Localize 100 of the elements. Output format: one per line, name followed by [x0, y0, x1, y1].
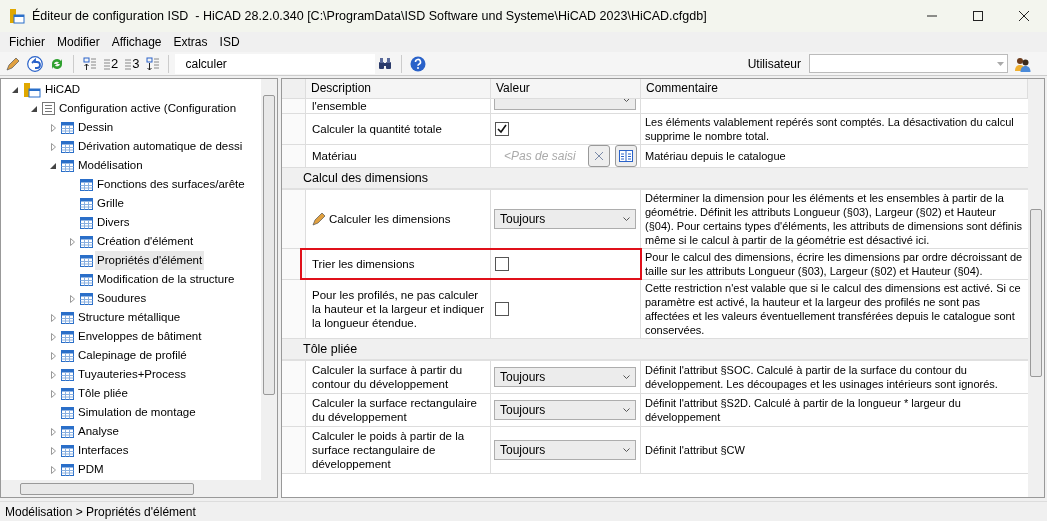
menu-item[interactable]: ISD [213, 33, 246, 51]
setting-comment: Les éléments valablement repérés sont comptés. La désactivation du calcul supprime le nombre total. [645, 115, 1015, 143]
tree-item[interactable]: Analyse [76, 422, 121, 441]
tree-item[interactable]: Calepinage de profilé [76, 346, 189, 365]
setting-comment: Pour le calcul des dimensions, écrire les dimensions par ordre décroissant de taille sur les attributs Longueur (§03), Largeur (§02) et Hauteur (§04). [645, 250, 1024, 278]
collapsed-arrow-icon[interactable] [69, 237, 75, 246]
collapsed-arrow-icon[interactable] [50, 313, 56, 322]
tree-item[interactable]: Tuyauteries+Process [76, 365, 188, 384]
scrollbar-thumb[interactable] [1030, 209, 1042, 377]
setting-comment: Définit l'attribut §SOC. Calculé à partir de la surface du contour du développement. Les découpages et les usinages intérieurs sont ignorés. [645, 363, 999, 391]
dropdown[interactable]: Toujours [494, 400, 636, 420]
expanded-arrow-icon[interactable] [12, 86, 18, 93]
tree-item[interactable]: Dérivation automatique de dessi [76, 137, 245, 156]
dropdown[interactable]: Toujours [494, 209, 636, 229]
menu-item[interactable]: Fichier [3, 33, 51, 51]
table-icon [61, 349, 74, 362]
tree-item[interactable]: Configuration active (Configuration [57, 99, 239, 118]
tree-item[interactable]: Interfaces [76, 441, 131, 460]
caret-icon [997, 61, 1004, 66]
vertical-scrollbar[interactable] [261, 79, 277, 480]
tree-item[interactable]: Enveloppes de bâtiment [76, 327, 204, 346]
tree-item[interactable]: Propriétés d'élément [95, 251, 205, 270]
tree-item[interactable]: Fonctions des surfaces/arête [95, 175, 247, 194]
caret-icon [623, 99, 630, 103]
column-header[interactable]: Description [306, 79, 491, 99]
setting-label: Calculer la surface rectangulaire du développement [312, 396, 478, 424]
tree-item[interactable]: Soudures [95, 289, 149, 308]
refresh-icon [50, 56, 64, 71]
vertical-scrollbar[interactable] [1028, 79, 1044, 497]
tree-item[interactable]: Dessin [76, 118, 116, 137]
list-icon [42, 102, 55, 115]
checkbox[interactable] [495, 257, 509, 271]
table-icon [61, 159, 74, 172]
tree-item[interactable]: Divers [95, 213, 132, 232]
catalog-button[interactable] [615, 145, 637, 167]
tree-item[interactable]: Création d'élément [95, 232, 196, 251]
help-icon [410, 55, 427, 72]
setting-comment: Cette restriction n'est valable que si le calcul des dimensions est activé. Si ce paramètre est activé, la hauteur et la largeur des profilés ne sont pas affectées et les valeurs éventuellement transférées depuis le catalogue sont conservées. [645, 281, 1022, 337]
collapsed-arrow-icon[interactable] [50, 332, 56, 341]
collapsed-arrow-icon[interactable] [50, 142, 56, 151]
setting-comment: Définit l'attribut §S2D. Calculé à partir de la longueur * largeur du développement [645, 396, 962, 424]
collapsed-arrow-icon[interactable] [50, 427, 56, 436]
setting-label: Calculer la surface à partir du contour du développement [312, 363, 464, 391]
tree-item[interactable]: HiCAD [43, 80, 83, 99]
setting-label: Pour les profilés, ne pas calculer la hauteur et la largeur et indiquer la longueur étendue. [312, 288, 484, 330]
maximize-icon [973, 11, 983, 21]
collapsed-arrow-icon[interactable] [50, 123, 56, 132]
scrollbar-thumb[interactable] [20, 482, 194, 495]
menu-item[interactable]: Affichage [105, 33, 168, 51]
expanded-arrow-icon[interactable] [31, 105, 37, 112]
setting-label: Calculer les dimensions [329, 212, 451, 226]
setting-label: l'ensemble [312, 99, 367, 113]
scrollbar-thumb[interactable] [263, 95, 275, 395]
caret-icon [623, 447, 630, 453]
table-icon [61, 463, 74, 476]
table-icon [61, 140, 74, 153]
tree-item[interactable]: Modélisation [76, 156, 145, 175]
setting-comment: Définit l'attribut §CW [645, 443, 745, 457]
tree-item[interactable]: Modification de la structure [95, 270, 237, 289]
tree-item[interactable]: Simulation de montage [76, 403, 198, 422]
collapsed-arrow-icon[interactable] [50, 446, 56, 455]
horizontal-scrollbar[interactable] [1, 480, 277, 497]
level-button[interactable]: 3 [123, 53, 142, 74]
tree-item[interactable]: Tôle pliée [76, 384, 130, 403]
caret-icon [623, 374, 630, 380]
material-field[interactable]: <Pas de saisi [504, 147, 582, 165]
tree-item[interactable]: PDM [76, 460, 106, 479]
dropdown[interactable]: Toujours [494, 367, 636, 387]
lines-icon [104, 57, 110, 70]
group-header[interactable]: Tôle pliée [303, 339, 358, 359]
table-icon [61, 387, 74, 400]
dropdown[interactable]: Toujours [494, 440, 636, 460]
checkbox[interactable] [495, 122, 509, 136]
expanded-arrow-icon[interactable] [50, 162, 56, 169]
users-icon [1015, 55, 1031, 72]
tree-item[interactable]: Grille [95, 194, 126, 213]
group-header[interactable]: Calcul des dimensions [303, 168, 429, 188]
collapsed-arrow-icon[interactable] [50, 370, 56, 379]
row-header[interactable] [282, 249, 306, 279]
pencil-icon [6, 56, 20, 71]
collapsed-arrow-icon[interactable] [50, 389, 56, 398]
level-button[interactable]: 2 [102, 53, 121, 74]
search-field[interactable]: calculer [175, 53, 376, 74]
undo-button[interactable] [25, 53, 45, 74]
tree-item[interactable]: Structure métallique [76, 308, 183, 327]
setting-label: Matériau [312, 149, 357, 163]
collapsed-arrow-icon[interactable] [50, 351, 56, 360]
table-icon [80, 254, 93, 267]
folder-icon [23, 81, 41, 98]
user-label: Utilisateur [747, 55, 801, 73]
table-icon [61, 311, 74, 324]
table-icon [80, 216, 93, 229]
clear-button[interactable] [588, 145, 610, 167]
table-icon [61, 444, 74, 457]
collapsed-arrow-icon[interactable] [69, 294, 75, 303]
collapsed-arrow-icon[interactable] [50, 465, 56, 474]
menu-item[interactable]: Extras [167, 33, 214, 51]
menu-item[interactable]: Modifier [51, 33, 106, 51]
column-header[interactable]: Commentaire [641, 79, 1028, 99]
checkbox[interactable] [495, 302, 509, 316]
